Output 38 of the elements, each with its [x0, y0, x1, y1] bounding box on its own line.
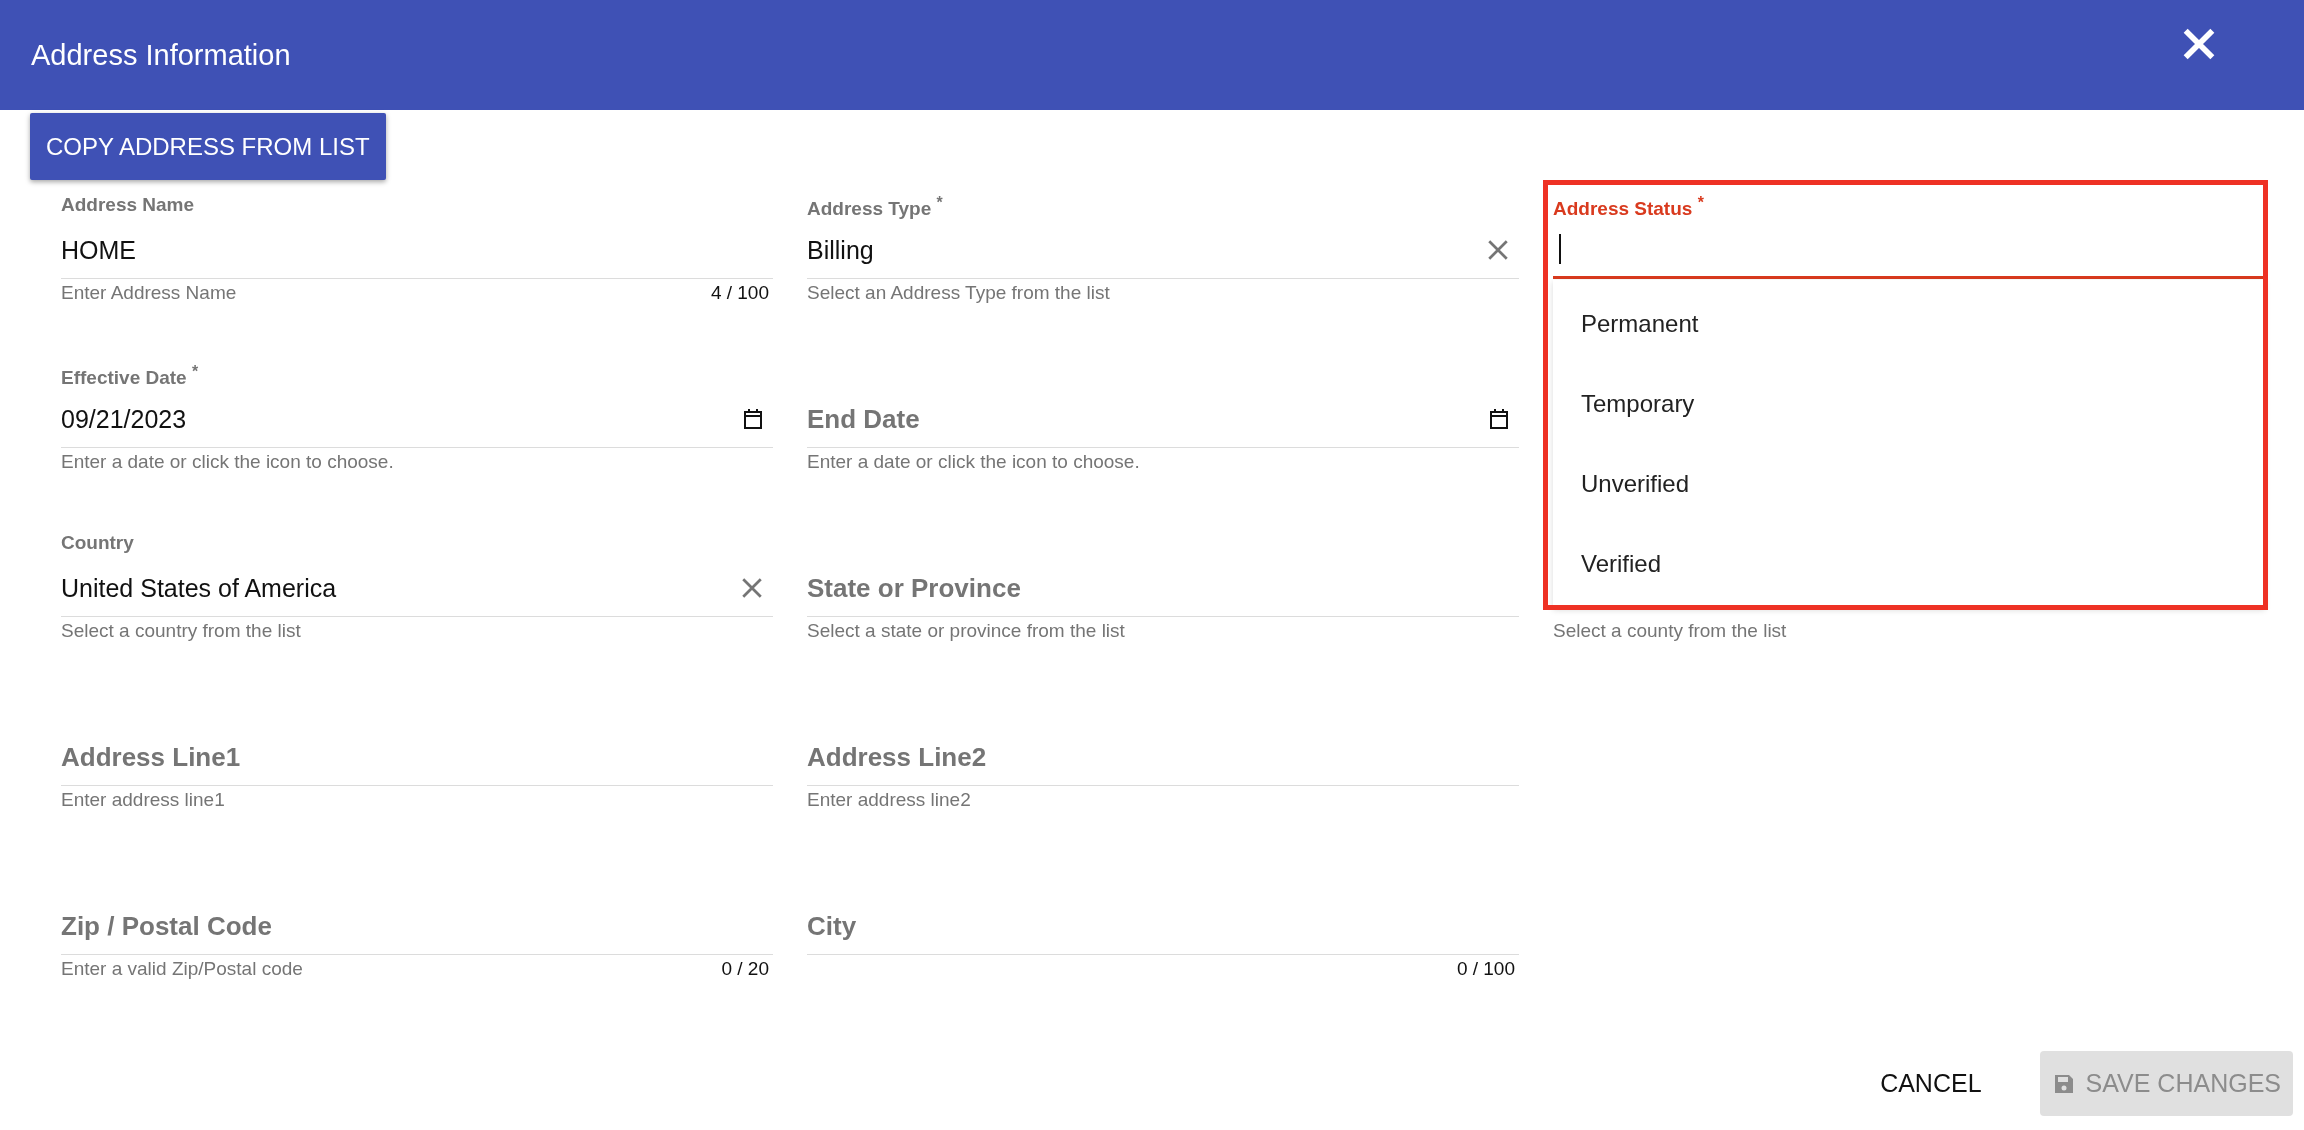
input-field[interactable]: Address Line2 — [807, 729, 1519, 786]
field-label: Address Name — [61, 194, 195, 215]
close-icon[interactable] — [2182, 27, 2216, 61]
copy-address-button[interactable]: COPY ADDRESS FROM LIST — [30, 113, 386, 180]
field-label: Country — [61, 532, 134, 553]
character-counter: 4 / 100 — [710, 282, 769, 304]
character-counter: 0 / 20 — [721, 958, 769, 980]
field-hint: Enter address line2 — [807, 789, 971, 811]
dropdown-option[interactable]: Unverified — [1553, 444, 2265, 524]
field-label: Address Type $^{*}$ — [807, 198, 943, 220]
select-field[interactable]: State or Province — [807, 560, 1519, 617]
field-hint: Enter a valid Zip/Postal code — [61, 958, 303, 980]
date-field[interactable]: 09/21/2023 — [61, 391, 773, 448]
field-hint: Select a state or province from the list — [807, 620, 1125, 642]
field-hint: Enter a date or click the icon to choose. — [61, 451, 394, 473]
dialog-title: Address Information — [31, 38, 291, 72]
field-hint: Enter Address Name — [61, 282, 237, 304]
calendar-icon[interactable] — [741, 407, 765, 431]
calendar-icon[interactable] — [1487, 407, 1511, 431]
input-field[interactable]: City — [807, 898, 1519, 955]
input-field[interactable]: Address Line1 — [61, 729, 773, 786]
dropdown-option[interactable]: Permanent — [1553, 284, 2265, 364]
date-field[interactable]: End Date — [807, 391, 1519, 448]
cancel-button[interactable]: CANCEL — [1868, 1051, 1994, 1116]
field-label: Address Status $^{*}$ — [1553, 198, 1704, 220]
field-hint: Select an Address Type from the list — [807, 282, 1110, 304]
select-field[interactable]: Billing — [807, 222, 1519, 279]
character-counter: 0 / 100 — [1456, 958, 1515, 980]
field-label: Effective Date $^{*}$ — [61, 367, 199, 389]
field-hint: Enter a date or click the icon to choose. — [807, 451, 1140, 473]
input-field[interactable]: Zip / Postal Code — [61, 898, 773, 955]
field-hint: Enter address line1 — [61, 789, 225, 811]
field-hint: Select a country from the list — [61, 620, 301, 642]
dropdown-option[interactable]: Temporary — [1553, 364, 2265, 444]
select-field[interactable]: United States of America — [61, 560, 773, 617]
field-hint: Select a county from the list — [1553, 620, 1787, 642]
input-field[interactable]: HOME — [61, 222, 773, 279]
dropdown-option[interactable]: Verified — [1553, 524, 2265, 604]
